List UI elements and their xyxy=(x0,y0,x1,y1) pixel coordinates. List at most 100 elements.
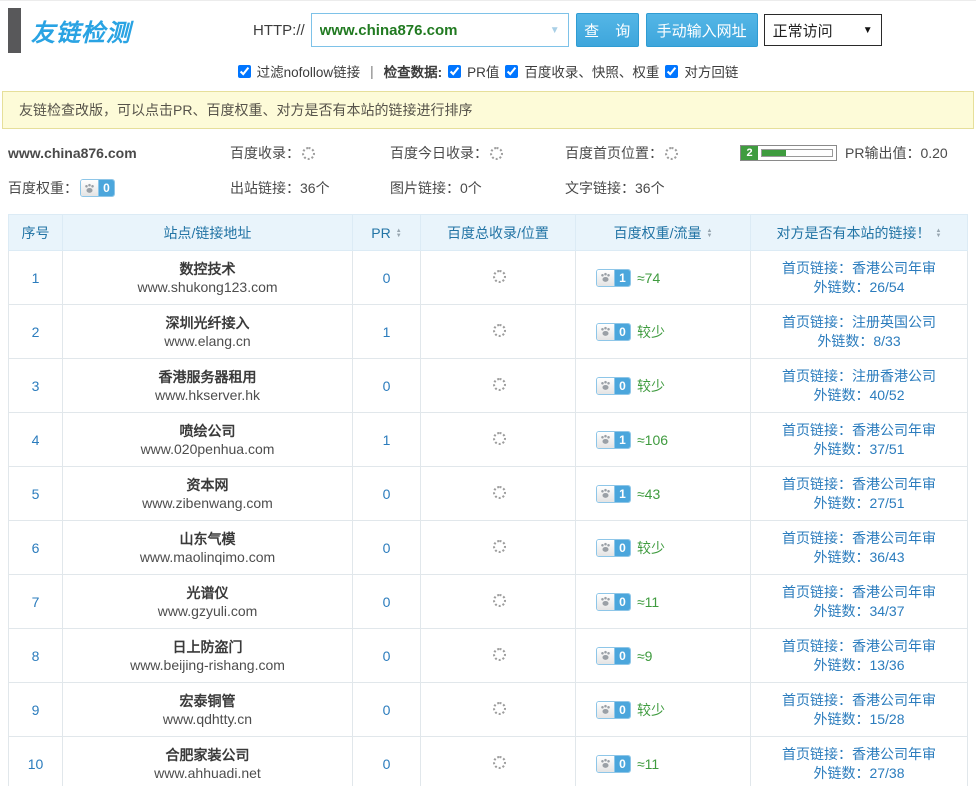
paw-icon xyxy=(597,432,614,448)
site-url: www.ahhuadi.net xyxy=(63,764,352,782)
weight-value: 0 xyxy=(614,702,630,718)
baidu-weight-badge[interactable]: 0 xyxy=(596,593,631,611)
col-header-pr[interactable]: PR▲▼ xyxy=(353,215,421,251)
weight-traffic-cell: 0 较少 xyxy=(576,305,751,359)
out-links-info[interactable]: 外链数：15/28 xyxy=(751,710,967,729)
site-url: www.elang.cn xyxy=(63,332,352,350)
pr-value: 0 xyxy=(353,521,421,575)
site-name-link[interactable]: 光谱仪 xyxy=(63,584,352,602)
baidu-weight-badge[interactable]: 1 xyxy=(596,269,631,287)
sort-arrows-icon: ▲▼ xyxy=(706,229,712,239)
paw-icon xyxy=(597,270,614,286)
traffic-value: 较少 xyxy=(637,538,665,558)
access-mode-select[interactable]: 正常访问 ▼ xyxy=(764,14,882,46)
out-links-info[interactable]: 外链数：13/36 xyxy=(751,656,967,675)
site-name-link[interactable]: 资本网 xyxy=(63,476,352,494)
loading-spinner-icon xyxy=(493,432,506,445)
url-dropdown-caret-icon[interactable]: ▼ xyxy=(550,25,560,36)
out-links-info[interactable]: 外链数：8/33 xyxy=(751,332,967,351)
home-link-info[interactable]: 首页链接：香港公司年审 xyxy=(751,421,967,440)
paw-icon xyxy=(597,702,614,718)
baidu-weight-badge[interactable]: 1 xyxy=(596,431,631,449)
nofollow-checkbox[interactable] xyxy=(238,65,251,78)
site-name-link[interactable]: 深圳光纤接入 xyxy=(63,314,352,332)
baidu-total-cell xyxy=(421,359,576,413)
site-cell: 香港服务器租用 www.hkserver.hk xyxy=(63,359,353,413)
options-row: 过滤nofollow链接 | 检查数据: PR值 百度收录、快照、权重 对方回链 xyxy=(0,59,976,83)
manual-input-button[interactable]: 手动输入网址 xyxy=(646,13,758,47)
backlink-checkbox[interactable] xyxy=(665,65,678,78)
home-link-info[interactable]: 首页链接：香港公司年审 xyxy=(751,637,967,656)
row-index: 2 xyxy=(9,305,63,359)
weight-traffic-cell: 0 ≈11 xyxy=(576,737,751,786)
site-cell: 山东气模 www.maolinqimo.com xyxy=(63,521,353,575)
baidu-weight-badge[interactable]: 0 xyxy=(596,377,631,395)
weight-value: 0 xyxy=(614,594,630,610)
weight-value: 1 xyxy=(614,432,630,448)
query-button[interactable]: 查 询 xyxy=(576,13,639,47)
table-row: 9 宏泰铜管 www.qdhtty.cn 0 0 较少 首页链接：香港公司年审 … xyxy=(9,683,968,737)
table-row: 2 深圳光纤接入 www.elang.cn 1 0 较少 首页链接：注册英国公司… xyxy=(9,305,968,359)
baidu-total-cell xyxy=(421,521,576,575)
baidu-weight-badge[interactable]: 0 xyxy=(596,539,631,557)
out-links-info[interactable]: 外链数：34/37 xyxy=(751,602,967,621)
loading-spinner-icon xyxy=(493,594,506,607)
backlink-cell: 首页链接：香港公司年审 外链数：13/36 xyxy=(751,629,968,683)
baidu-weight-badge[interactable]: 0 xyxy=(80,179,115,197)
site-name-link[interactable]: 喷绘公司 xyxy=(63,422,352,440)
home-link-info[interactable]: 首页链接：香港公司年审 xyxy=(751,259,967,278)
out-links-info[interactable]: 外链数：40/52 xyxy=(751,386,967,405)
col-header-backlink[interactable]: 对方是否有本站的链接！▲▼ xyxy=(751,215,968,251)
backlink-cell: 首页链接：香港公司年审 外链数：15/28 xyxy=(751,683,968,737)
site-url: www.gzyuli.com xyxy=(63,602,352,620)
home-link-info[interactable]: 首页链接：注册英国公司 xyxy=(751,313,967,332)
site-name-link[interactable]: 合肥家装公司 xyxy=(63,746,352,764)
loading-spinner-icon xyxy=(493,702,506,715)
home-link-info[interactable]: 首页链接：注册香港公司 xyxy=(751,367,967,386)
baidu-checkbox[interactable] xyxy=(505,65,518,78)
baidu-weight-badge[interactable]: 0 xyxy=(596,755,631,773)
out-links-info[interactable]: 外链数：27/38 xyxy=(751,764,967,783)
home-link-info[interactable]: 首页链接：香港公司年审 xyxy=(751,475,967,494)
out-links-info[interactable]: 外链数：37/51 xyxy=(751,440,967,459)
col-header-weight-traffic[interactable]: 百度权重/流量▲▼ xyxy=(576,215,751,251)
out-links-info[interactable]: 外链数：27/51 xyxy=(751,494,967,513)
backlink-cell: 首页链接：香港公司年审 外链数：27/51 xyxy=(751,467,968,521)
site-cell: 合肥家装公司 www.ahhuadi.net xyxy=(63,737,353,786)
home-link-info[interactable]: 首页链接：香港公司年审 xyxy=(751,745,967,764)
site-cell: 光谱仪 www.gzyuli.com xyxy=(63,575,353,629)
baidu-weight-badge[interactable]: 0 xyxy=(596,647,631,665)
options-separator: | xyxy=(370,64,374,79)
table-row: 1 数控技术 www.shukong123.com 0 1 ≈74 首页链接：香… xyxy=(9,251,968,305)
baidu-weight-badge[interactable]: 1 xyxy=(596,485,631,503)
site-name-link[interactable]: 宏泰铜管 xyxy=(63,692,352,710)
check-data-label: 检查数据: xyxy=(384,61,443,81)
baidu-total-cell xyxy=(421,305,576,359)
row-index: 9 xyxy=(9,683,63,737)
site-name-link[interactable]: 香港服务器租用 xyxy=(63,368,352,386)
site-name-link[interactable]: 日上防盗门 xyxy=(63,638,352,656)
traffic-value: 较少 xyxy=(637,700,665,720)
protocol-label: HTTP:// xyxy=(253,22,305,39)
home-link-info[interactable]: 首页链接：香港公司年审 xyxy=(751,529,967,548)
nofollow-label: 过滤nofollow链接 xyxy=(257,61,361,81)
out-links-info[interactable]: 外链数：36/43 xyxy=(751,548,967,567)
pr-value: 0 xyxy=(353,575,421,629)
pr-checkbox[interactable] xyxy=(448,65,461,78)
traffic-value: 较少 xyxy=(637,376,665,396)
select-caret-icon: ▼ xyxy=(863,25,873,36)
traffic-value: ≈11 xyxy=(637,756,659,772)
out-links-info[interactable]: 外链数：26/54 xyxy=(751,278,967,297)
site-name-link[interactable]: 山东气模 xyxy=(63,530,352,548)
site-name-link[interactable]: 数控技术 xyxy=(63,260,352,278)
baidu-weight-badge[interactable]: 0 xyxy=(596,323,631,341)
site-url: www.zibenwang.com xyxy=(63,494,352,512)
paw-icon xyxy=(597,594,614,610)
sort-arrows-icon: ▲▼ xyxy=(936,229,942,239)
url-input[interactable] xyxy=(320,22,546,39)
baidu-weight-badge[interactable]: 0 xyxy=(596,701,631,719)
row-index: 7 xyxy=(9,575,63,629)
weight-traffic-cell: 0 较少 xyxy=(576,683,751,737)
home-link-info[interactable]: 首页链接：香港公司年审 xyxy=(751,583,967,602)
home-link-info[interactable]: 首页链接：香港公司年审 xyxy=(751,691,967,710)
